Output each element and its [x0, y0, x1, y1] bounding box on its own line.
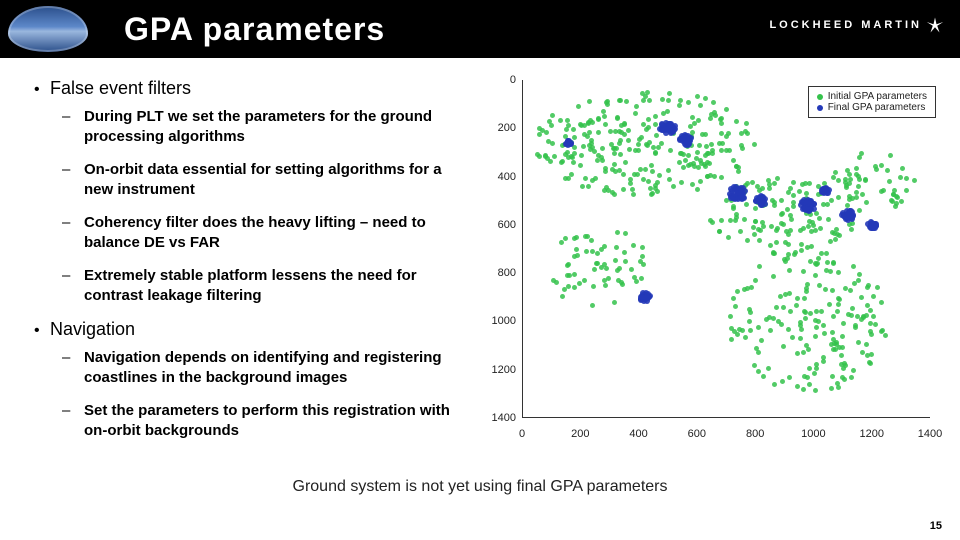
bullet-text: False event filters: [50, 78, 191, 98]
x-tick: 1000: [801, 428, 825, 440]
page-number: 15: [930, 520, 942, 532]
legend-label-final: Final GPA parameters: [828, 102, 926, 113]
y-tick: 800: [480, 267, 516, 279]
subbullet: Coherency filter does the heavy lifting …: [62, 213, 470, 252]
figure-caption: Ground system is not yet using final GPA…: [0, 478, 960, 496]
bullet-navigation: •Navigation Navigation depends on identi…: [34, 319, 470, 440]
legend-label-initial: Initial GPA parameters: [828, 91, 927, 102]
y-tick: 400: [480, 171, 516, 183]
figure-area: Initial GPA parameters Final GPA paramet…: [480, 58, 960, 498]
bullet-text: Navigation: [50, 319, 135, 339]
star-icon: [926, 16, 944, 34]
x-tick: 200: [571, 428, 589, 440]
plot-legend: Initial GPA parameters Final GPA paramet…: [808, 86, 936, 118]
bullet-false-event-filters: •False event filters During PLT we set t…: [34, 78, 470, 305]
legend-marker-final: [817, 105, 823, 111]
x-tick: 1400: [918, 428, 942, 440]
title-bar: GPA parameters LOCKHEED MARTIN: [0, 0, 960, 58]
y-tick: 600: [480, 219, 516, 231]
y-tick: 0: [480, 74, 516, 86]
scatter-plot: Initial GPA parameters Final GPA paramet…: [480, 66, 940, 446]
lockheed-martin-logo: LOCKHEED MARTIN: [769, 16, 944, 34]
x-tick: 800: [746, 428, 764, 440]
y-tick: 1200: [480, 364, 516, 376]
y-tick: 200: [480, 122, 516, 134]
x-tick: 0: [519, 428, 525, 440]
subbullet: On-orbit data essential for setting algo…: [62, 160, 470, 199]
x-tick: 600: [688, 428, 706, 440]
x-tick: 1200: [859, 428, 883, 440]
subbullet: Extremely stable platform lessens the ne…: [62, 266, 470, 305]
subbullet: Set the parameters to perform this regis…: [62, 401, 470, 440]
x-tick: 400: [629, 428, 647, 440]
slide-title: GPA parameters: [124, 11, 385, 48]
bullet-content: •False event filters During PLT we set t…: [0, 58, 480, 498]
goes-r-logo: [8, 6, 88, 52]
legend-marker-initial: [817, 94, 823, 100]
subbullet: During PLT we set the parameters for the…: [62, 107, 470, 146]
y-tick: 1400: [480, 412, 516, 424]
y-tick: 1000: [480, 315, 516, 327]
subbullet: Navigation depends on identifying and re…: [62, 348, 470, 387]
lockheed-martin-text: LOCKHEED MARTIN: [769, 19, 922, 31]
